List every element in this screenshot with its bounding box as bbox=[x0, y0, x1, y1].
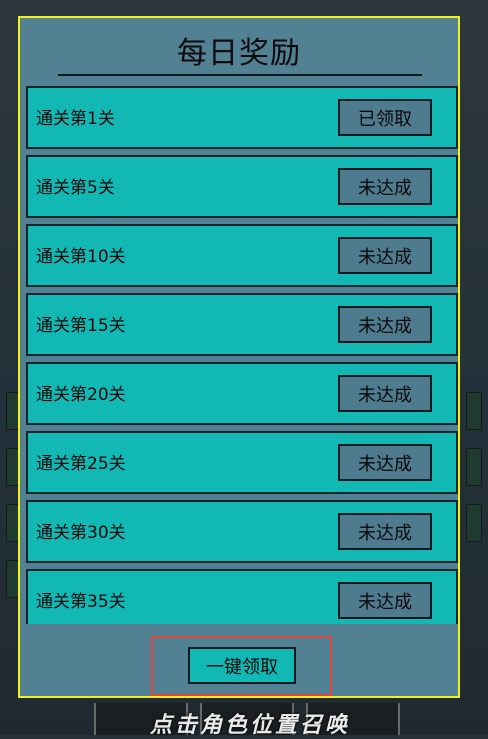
reward-row: 通关第30关 未达成 bbox=[26, 500, 458, 563]
reward-row: 通关第5关 未达成 bbox=[26, 155, 458, 218]
reward-status-button[interactable]: 未达成 bbox=[338, 513, 432, 550]
summon-hint-text: 点击角色位置召唤 bbox=[150, 712, 351, 738]
reward-label: 通关第25关 bbox=[36, 454, 126, 474]
daily-reward-dialog: 每日奖励 通关第1关 已领取 通关第5关 未达成 通关第10关 未达成 通关第1… bbox=[18, 16, 460, 698]
reward-row: 通关第15关 未达成 bbox=[26, 293, 458, 356]
reward-status-button[interactable]: 未达成 bbox=[338, 375, 432, 412]
reward-status-button[interactable]: 未达成 bbox=[338, 444, 432, 481]
reward-status-button[interactable]: 未达成 bbox=[338, 237, 432, 274]
reward-status-button[interactable]: 未达成 bbox=[338, 168, 432, 205]
claim-all-button[interactable]: 一键领取 bbox=[188, 647, 296, 684]
reward-row: 通关第10关 未达成 bbox=[26, 224, 458, 287]
reward-label: 通关第15关 bbox=[36, 316, 126, 336]
reward-label: 通关第5关 bbox=[36, 178, 115, 198]
reward-row: 通关第1关 已领取 bbox=[26, 86, 458, 149]
reward-label: 通关第30关 bbox=[36, 523, 126, 543]
reward-list[interactable]: 通关第1关 已领取 通关第5关 未达成 通关第10关 未达成 通关第15关 未达… bbox=[26, 86, 458, 624]
background-tile bbox=[466, 392, 482, 430]
reward-label: 通关第1关 bbox=[36, 109, 115, 129]
reward-status-button[interactable]: 已领取 bbox=[338, 99, 432, 136]
reward-label: 通关第10关 bbox=[36, 247, 126, 267]
reward-label: 通关第35关 bbox=[36, 592, 126, 612]
reward-status-button[interactable]: 未达成 bbox=[338, 306, 432, 343]
dialog-title: 每日奖励 bbox=[177, 36, 301, 71]
reward-row: 通关第20关 未达成 bbox=[26, 362, 458, 425]
reward-row: 通关第25关 未达成 bbox=[26, 431, 458, 494]
background-tile bbox=[466, 504, 482, 542]
reward-status-button[interactable]: 未达成 bbox=[338, 582, 432, 619]
reward-label: 通关第20关 bbox=[36, 385, 126, 405]
background-tile bbox=[466, 448, 482, 486]
reward-row: 通关第35关 未达成 bbox=[26, 569, 458, 624]
title-divider bbox=[58, 74, 422, 76]
